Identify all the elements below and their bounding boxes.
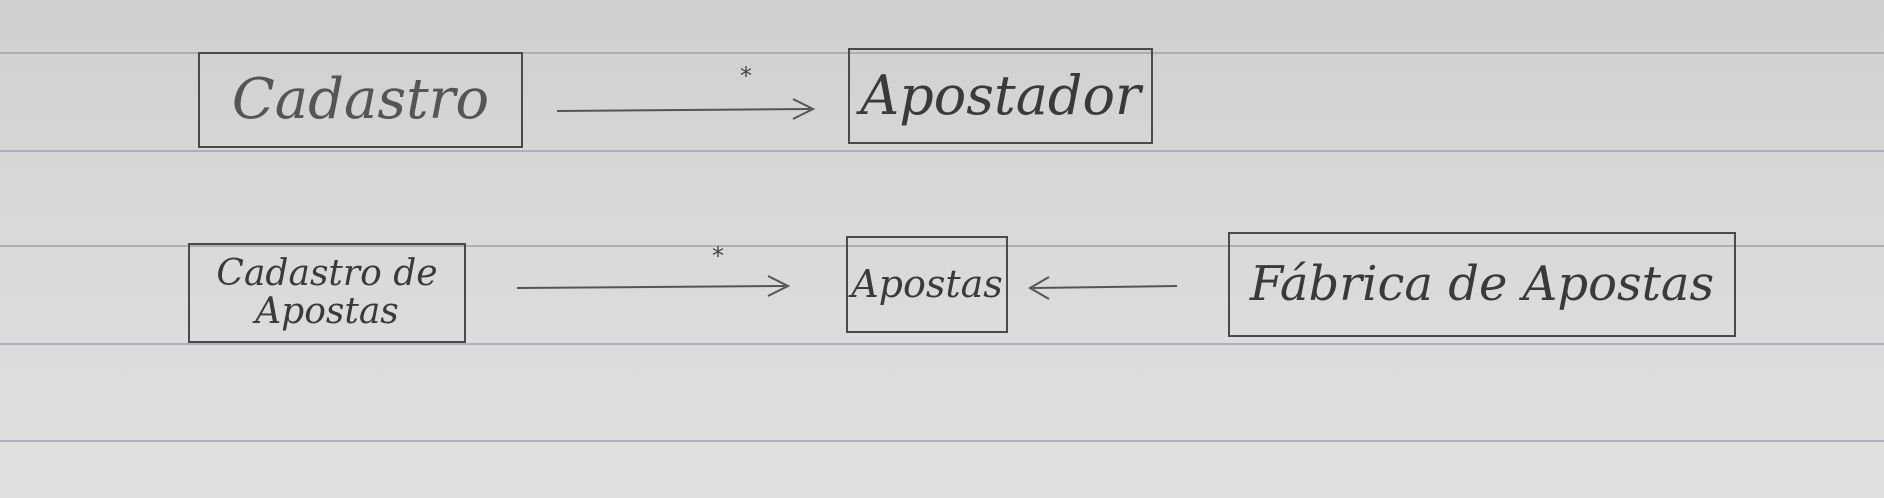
multiplicity-label-row1: * bbox=[740, 62, 752, 90]
class-box-apostador: Apostador bbox=[848, 48, 1153, 144]
class-label-fabrica-de-apostas: Fábrica de Apostas bbox=[1249, 256, 1715, 313]
class-box-apostas: Apostas bbox=[846, 236, 1008, 333]
class-label-cadastro-de-apostas: Cadastro de Apostas bbox=[216, 253, 438, 332]
notebook-rule-line bbox=[0, 343, 1884, 345]
notebook-rule-line bbox=[0, 440, 1884, 442]
class-box-fabrica-de-apostas: Fábrica de Apostas bbox=[1228, 232, 1736, 337]
class-label-apostador: Apostador bbox=[860, 63, 1141, 127]
association-arrow-cadastro-apostas bbox=[516, 275, 791, 297]
notebook-rule-line bbox=[0, 150, 1884, 152]
class-label-apostas: Apostas bbox=[851, 261, 1003, 306]
class-box-cadastro-de-apostas: Cadastro de Apostas bbox=[188, 243, 466, 343]
association-arrow-cadastro-apostador bbox=[556, 98, 816, 120]
class-label-cadastro: Cadastro bbox=[231, 66, 490, 132]
dependency-arrow-fabrica-apostas bbox=[1028, 276, 1178, 300]
class-box-cadastro: Cadastro bbox=[198, 52, 523, 148]
multiplicity-label-row2: * bbox=[712, 242, 724, 270]
